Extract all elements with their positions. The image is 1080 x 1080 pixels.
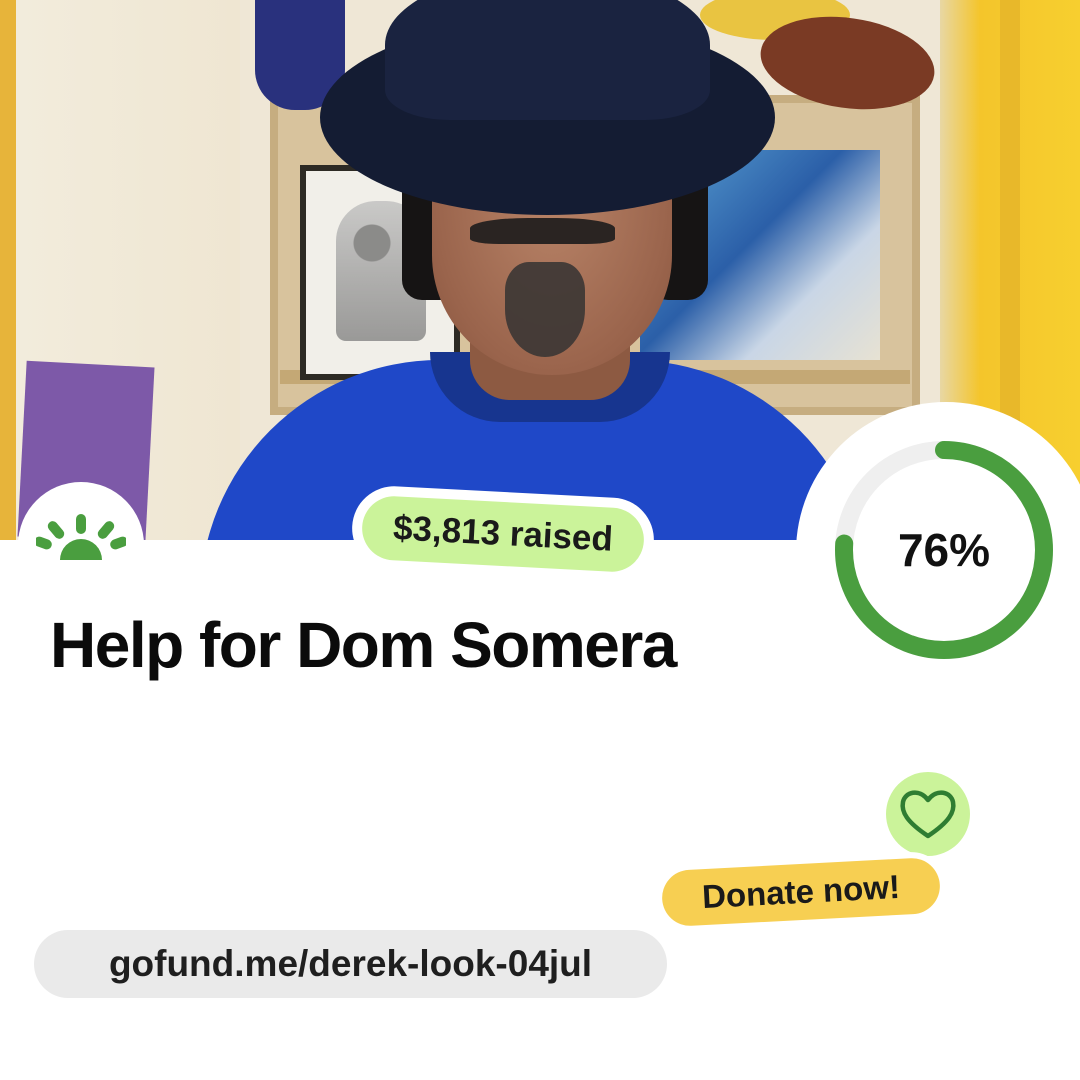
hat-crown bbox=[385, 0, 710, 120]
progress-percent: 76% bbox=[897, 524, 991, 576]
gofundme-sunrise-icon bbox=[36, 514, 126, 560]
campaign-url-link[interactable]: gofund.me/derek-look-04jul bbox=[34, 930, 667, 998]
heart-icon bbox=[900, 790, 956, 839]
campaign-title: Help for Dom Somera bbox=[50, 609, 677, 681]
mustache bbox=[470, 218, 615, 244]
beard bbox=[505, 262, 585, 357]
heart-badge bbox=[886, 772, 970, 856]
